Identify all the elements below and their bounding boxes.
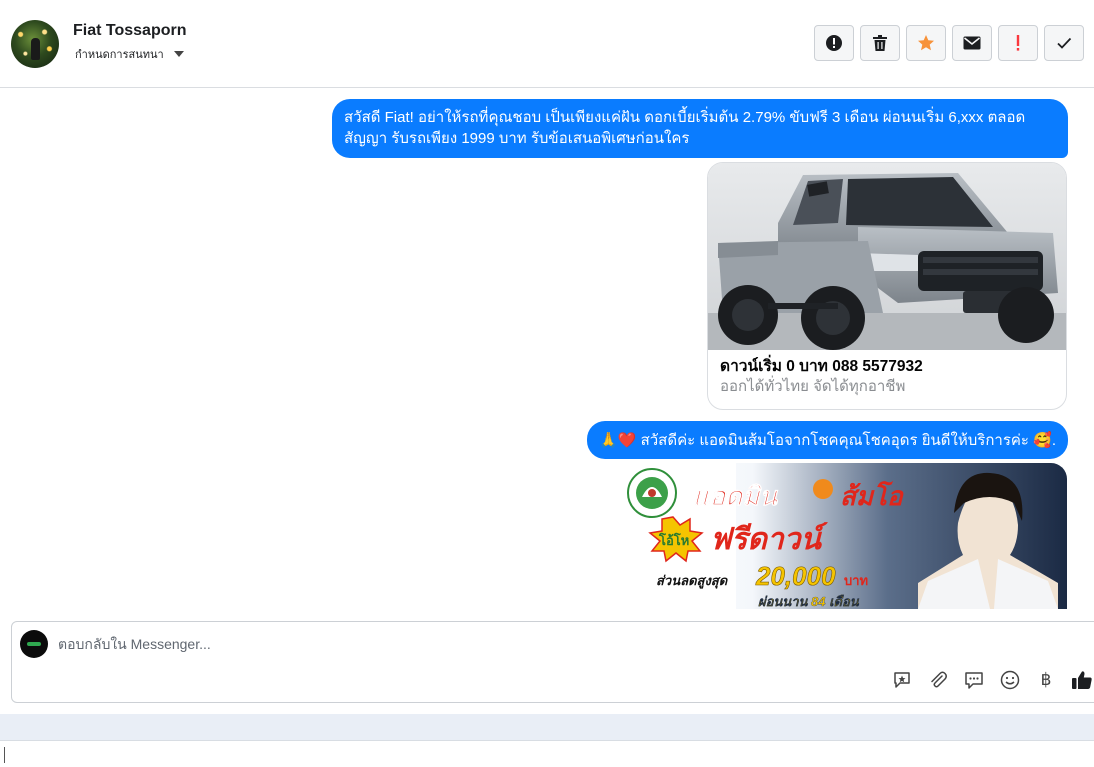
alert-circle-icon [826,35,842,51]
conversation-toolbar [814,25,1084,61]
chat-bubble-icon [965,672,983,689]
follow-up-button[interactable] [998,25,1038,61]
attach-button[interactable] [925,669,951,691]
saved-reply-button[interactable] [889,669,915,691]
trash-icon [873,35,887,51]
promo-badge: โอ้โห [658,532,689,548]
paperclip-icon [931,671,947,688]
speech-star-icon [894,672,910,688]
outgoing-greeting-bubble[interactable]: 🙏❤️ สวัสดีค่ะ แอดมินส้มโอจากโชคคุณโชคอุด… [587,421,1068,459]
message-thread[interactable]: สวัสดี Fiat! อย่าให้รถที่คุณชอบ เป็นเพีย… [0,89,1094,609]
contact-name[interactable]: Fiat Tossaporn [73,22,187,40]
text-cursor [4,747,5,763]
baht-icon: ฿ [1040,670,1052,690]
smiley-icon [1000,670,1020,690]
page-avatar [20,630,48,658]
truck-photo [708,163,1066,350]
exclamation-icon [1016,35,1020,51]
envelope-icon [963,36,981,50]
caret-down-icon [173,51,184,57]
outgoing-message-bubble[interactable]: สวัสดี Fiat! อย่าให้รถที่คุณชอบ เป็นเพีย… [332,99,1068,158]
star-icon [918,35,934,51]
delete-button[interactable] [860,25,900,61]
quick-replies-button[interactable] [961,669,987,691]
promo-discount-label: ส่วนลดสูงสุด [656,573,729,589]
mark-unread-button[interactable] [952,25,992,61]
like-button[interactable] [1069,669,1094,691]
promo-headline-2: ส้มโอ [840,480,904,511]
star-button[interactable] [906,25,946,61]
promo-headline: แอดมิน [693,481,778,511]
conversation-header: Fiat Tossaporn กำหนดการสนทนา [0,0,1094,88]
promo-installment: ผ่อนนาน 84 เดือน [758,594,860,609]
message-link-card[interactable]: ดาวน์เริ่ม 0 บาท 088 5577932 ออกได้ทั่วไ… [707,162,1067,410]
checkmark-icon [1057,37,1072,49]
thumbs-up-icon [1072,671,1092,689]
promo-discount-unit: บาท [844,573,868,588]
composer-toolbar: ฿ [889,669,1094,691]
contact-avatar[interactable] [11,20,59,68]
assign-conversation-dropdown[interactable]: กำหนดการสนทนา [75,45,184,63]
payment-button[interactable]: ฿ [1033,669,1059,691]
reply-input[interactable] [58,634,658,654]
bottom-bar [0,740,1094,767]
emoji-button[interactable] [997,669,1023,691]
report-spam-button[interactable] [814,25,854,61]
mark-done-button[interactable] [1044,25,1084,61]
promo-discount-amount: 20,000 [755,561,836,591]
promo-image-message[interactable]: แอดมิน ส้มโอ โอ้โห ฟรีดาวน์ ส่วนลดสูงสุด… [618,463,1067,609]
assign-label: กำหนดการสนทนา [75,49,164,61]
footer-strip [0,714,1094,740]
promo-offer: ฟรีดาวน์ [710,522,828,556]
reply-composer: ฿ [11,621,1094,703]
card-subtitle: ออกได้ทั่วไทย จัดได้ทุกอาชีพ [720,378,906,395]
